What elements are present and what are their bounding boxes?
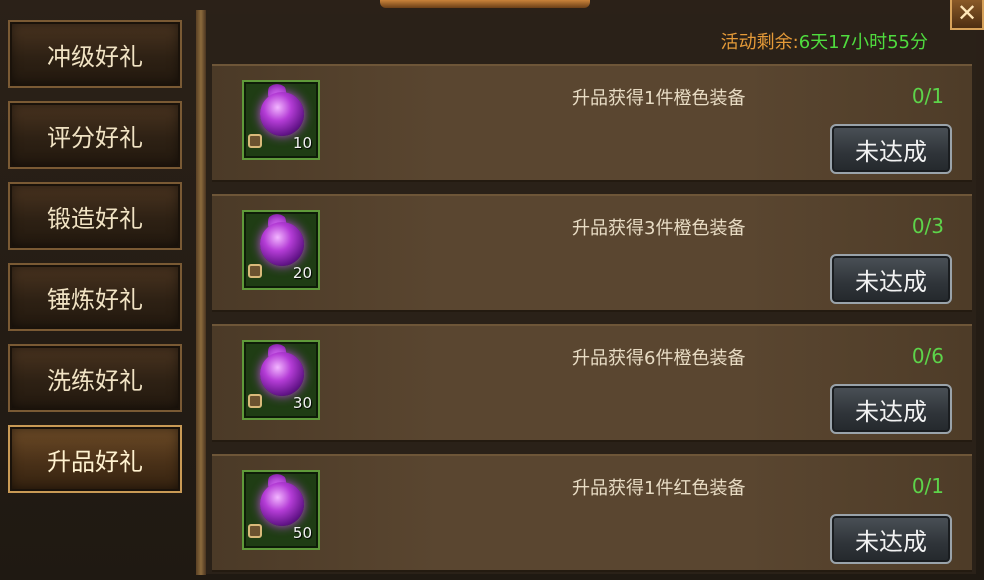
reward-count: 20 [292,264,312,282]
reward-item[interactable]: 10 [242,80,320,160]
reward-count: 50 [292,524,312,542]
purple-orb-icon [260,92,304,136]
task-description: 升品获得3件橙色装备 [572,218,746,239]
purple-orb-icon [260,222,304,266]
claim-button[interactable]: 未达成 [830,124,952,174]
sidebar-item-refine-gift[interactable]: 洗练好礼 [8,344,182,412]
close-icon: ✕ [956,0,978,27]
reward-item[interactable]: 20 [242,210,320,290]
sidebar-item-level-gift[interactable]: 冲级好礼 [8,20,182,88]
sidebar-item-temper-gift[interactable]: 锤炼好礼 [8,263,182,331]
sidebar: 冲级好礼 评分好礼 锻造好礼 锤炼好礼 洗练好礼 升品好礼 [0,10,196,570]
sidebar-item-forge-gift[interactable]: 锻造好礼 [8,182,182,250]
purple-orb-icon [260,352,304,396]
reward-count: 10 [292,134,312,152]
purple-orb-icon [260,482,304,526]
lock-icon [248,524,262,538]
task-description: 升品获得1件橙色装备 [572,88,746,109]
top-decoration [380,0,590,8]
task-progress: 0/1 [911,84,944,108]
task-row: 20 升品获得3件橙色装备 0/3 未达成 [212,194,972,312]
task-progress: 0/6 [911,344,944,368]
close-button[interactable]: ✕ [950,0,984,30]
lock-icon [248,134,262,148]
task-row: 50 升品获得1件红色装备 0/1 未达成 [212,454,972,572]
activity-remaining: 活动剩余:6天17小时55分 [721,28,928,54]
reward-item[interactable]: 50 [242,470,320,550]
task-progress: 0/1 [911,474,944,498]
task-row: 10 升品获得1件橙色装备 0/1 未达成 [212,64,972,182]
sidebar-item-upgrade-gift[interactable]: 升品好礼 [8,425,182,493]
claim-button[interactable]: 未达成 [830,254,952,304]
task-progress: 0/3 [911,214,944,238]
lock-icon [248,394,262,408]
remaining-time: 6天17小时55分 [798,32,928,53]
reward-item[interactable]: 30 [242,340,320,420]
panel-divider [196,10,206,575]
reward-count: 30 [292,394,312,412]
claim-button[interactable]: 未达成 [830,384,952,434]
remaining-label: 活动剩余: [720,32,799,53]
task-row: 30 升品获得6件橙色装备 0/6 未达成 [212,324,972,442]
sidebar-item-score-gift[interactable]: 评分好礼 [8,101,182,169]
task-description: 升品获得1件红色装备 [572,478,746,499]
lock-icon [248,264,262,278]
claim-button[interactable]: 未达成 [830,514,952,564]
task-description: 升品获得6件橙色装备 [572,348,746,369]
